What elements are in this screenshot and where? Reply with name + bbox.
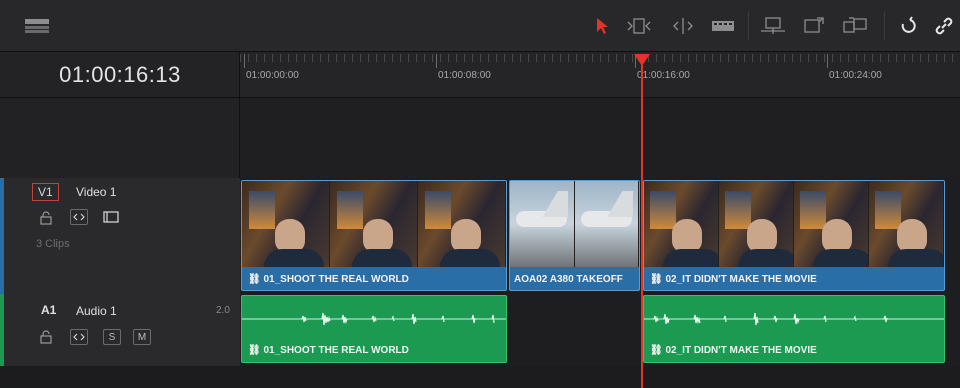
insert-icon[interactable] <box>760 14 786 38</box>
timeline-ruler[interactable]: 01:00:00:00 01:00:08:00 01:00:16:00 01:0… <box>240 52 960 98</box>
pointer-icon[interactable] <box>594 14 610 38</box>
link-icon: ⛓ <box>248 345 261 356</box>
lock-icon[interactable] <box>40 330 52 349</box>
solo-button[interactable]: S <box>103 329 121 345</box>
link-icon: ⛓ <box>248 274 261 285</box>
audio-waveform <box>242 312 506 326</box>
clip-label: ⛓ 01_SHOOT THE REAL WORLD <box>248 274 409 285</box>
empty-track-area <box>240 98 960 178</box>
ruler-label: 01:00:16:00 <box>637 70 690 81</box>
clip-label: ⛓ 02_IT DIDN'T MAKE THE MOVIE <box>650 345 817 356</box>
overwrite-icon[interactable] <box>802 14 826 38</box>
ruler-label: 01:00:00:00 <box>246 70 299 81</box>
clip-count: 3 Clips <box>36 238 70 250</box>
link-icon[interactable] <box>934 14 954 38</box>
replace-icon[interactable] <box>842 14 868 38</box>
clip-label: ⛓ 02_IT DIDN'T MAKE THE MOVIE <box>650 274 817 285</box>
playhead[interactable] <box>641 60 643 388</box>
link-icon: ⛓ <box>650 345 663 356</box>
ruler-label: 01:00:24:00 <box>829 70 882 81</box>
blade-icon[interactable] <box>711 14 735 38</box>
clip-thumbnails <box>510 181 639 267</box>
video-clip[interactable]: AOA02 A380 TAKEOFF <box>509 180 640 291</box>
audio-clip[interactable]: ⛓ 01_SHOOT THE REAL WORLD <box>241 295 507 363</box>
track-tag-a1[interactable]: A1 <box>36 302 61 318</box>
layout-icon[interactable] <box>24 14 50 38</box>
track-tag-v1[interactable]: V1 <box>32 183 59 201</box>
ruler-ticks <box>240 54 960 62</box>
ruler-label: 01:00:08:00 <box>438 70 491 81</box>
audio-channels: 2.0 <box>216 305 230 316</box>
auto-select-icon[interactable] <box>70 209 88 225</box>
video-clip[interactable]: ⛓ 01_SHOOT THE REAL WORLD <box>241 180 507 291</box>
audio-clip[interactable]: ⛓ 02_IT DIDN'T MAKE THE MOVIE <box>643 295 945 363</box>
auto-select-icon[interactable] <box>70 329 88 345</box>
track-visibility-icon[interactable] <box>102 209 120 225</box>
link-icon: ⛓ <box>650 274 663 285</box>
dynamic-trim-icon[interactable] <box>670 14 696 38</box>
clip-label: AOA02 A380 TAKEOFF <box>514 274 623 285</box>
video-clip[interactable]: ⛓ 02_IT DIDN'T MAKE THE MOVIE <box>643 180 945 291</box>
clip-thumbnails <box>242 181 506 267</box>
timeline-footer <box>0 366 960 388</box>
audio-track-header[interactable]: A1 Audio 1 2.0 S M <box>0 294 241 367</box>
timecode-panel: 01:00:16:13 <box>0 52 240 98</box>
track-name[interactable]: Video 1 <box>76 185 116 199</box>
clip-thumbnails <box>644 181 944 267</box>
lock-icon[interactable] <box>40 211 52 230</box>
timeline-toolbar <box>0 0 960 52</box>
audio-waveform <box>644 312 944 326</box>
current-timecode[interactable]: 01:00:16:13 <box>0 62 240 88</box>
video-track-header[interactable]: V1 Video 1 3 Clips <box>0 178 241 295</box>
snapping-icon[interactable] <box>898 14 916 38</box>
playhead-handle[interactable] <box>634 54 650 66</box>
trim-icon[interactable] <box>626 14 652 38</box>
empty-track-header <box>0 98 240 178</box>
track-name[interactable]: Audio 1 <box>76 304 117 318</box>
mute-button[interactable]: M <box>133 329 151 345</box>
clip-label: ⛓ 01_SHOOT THE REAL WORLD <box>248 345 409 356</box>
